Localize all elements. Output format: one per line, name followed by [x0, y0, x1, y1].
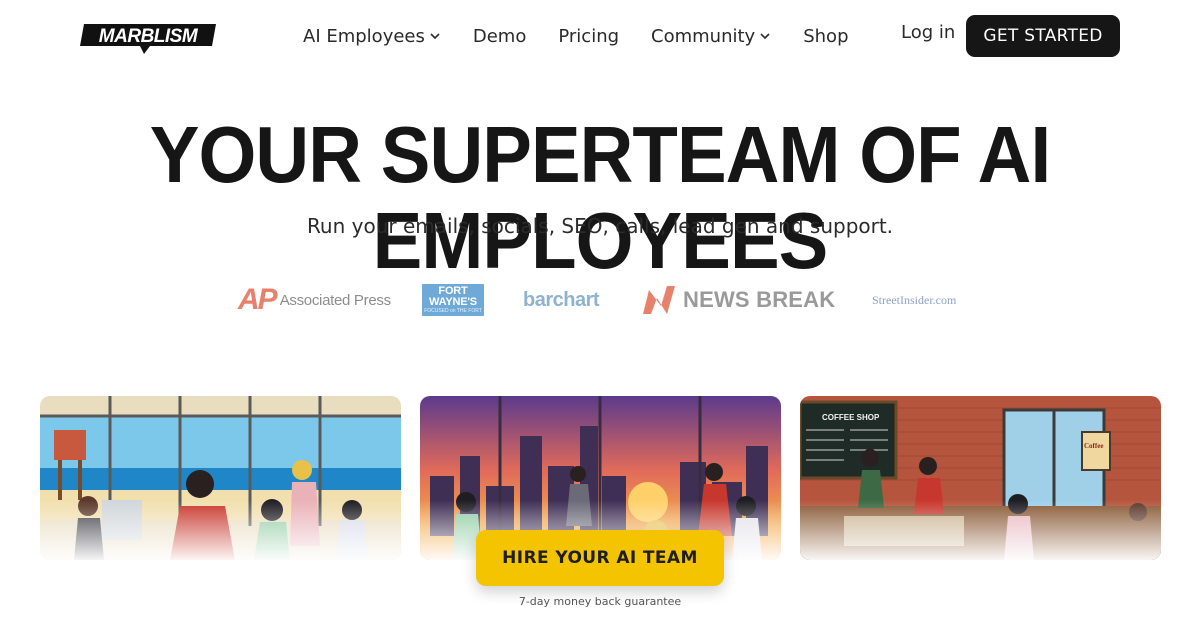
money-back-guarantee: 7-day money back guarantee	[518, 595, 682, 608]
nav-demo-label: Demo	[472, 25, 527, 47]
press-logo-streetinsider: StreetInsider.com	[872, 292, 957, 307]
get-started-button[interactable]: GET STARTED	[966, 15, 1120, 57]
hero-title: YOUR SUPERTEAM OF AI EMPLOYEES	[149, 110, 1051, 285]
scene-card-beach-office	[40, 396, 401, 560]
nav-community[interactable]: Community	[651, 26, 771, 47]
coffee-menu-sign: COFFEE SHOP	[822, 413, 880, 422]
ap-name: Associated Press	[279, 291, 391, 309]
nav-community-label: Community	[651, 25, 756, 47]
card-fade	[800, 500, 1161, 560]
press-logo-newsbreak: NEWS BREAK	[641, 282, 835, 318]
fortwayne-line2: WAYNE'S	[429, 296, 477, 308]
press-logo-associated-press: AP Associated Press	[238, 282, 391, 318]
fortwayne-tagline: FOCUSED on THE FORT	[424, 308, 482, 314]
nav-shop[interactable]: Shop	[803, 26, 848, 47]
nav-pricing[interactable]: Pricing	[558, 26, 619, 47]
newsbreak-icon	[643, 286, 675, 314]
press-logo-barchart: barchart	[523, 288, 600, 311]
press-logo-fort-waynes: FORT WAYNE'S FOCUSED on THE FORT	[422, 284, 484, 316]
coffee-poster-text: Coffee	[1084, 442, 1103, 450]
ap-mark: AP	[238, 283, 278, 316]
top-nav: MARBLISM AI Employees Demo Pricing Commu…	[0, 0, 1200, 72]
nav-links: AI Employees Demo Pricing Community Shop	[303, 22, 849, 50]
nav-demo[interactable]: Demo	[473, 26, 526, 47]
logo-text: MARBLISM	[99, 26, 199, 47]
newsbreak-text: NEWS BREAK	[683, 287, 836, 312]
chevron-down-icon	[430, 33, 440, 40]
hire-ai-team-button[interactable]: HIRE YOUR AI TEAM	[476, 530, 724, 586]
scene-card-coffee-shop: COFFEE SHOP Coffee	[800, 396, 1161, 560]
chevron-down-icon	[760, 33, 770, 40]
nav-ai-employees[interactable]: AI Employees	[303, 26, 441, 47]
marblism-logo[interactable]: MARBLISM	[80, 22, 218, 56]
nav-ai-employees-label: AI Employees	[303, 25, 425, 47]
nav-shop-label: Shop	[803, 25, 849, 47]
hero-subtitle: Run your emails, socials, SEO, calls, le…	[306, 214, 894, 238]
card-fade	[40, 500, 401, 560]
nav-pricing-label: Pricing	[558, 25, 620, 47]
login-link[interactable]: Log in	[901, 22, 955, 43]
